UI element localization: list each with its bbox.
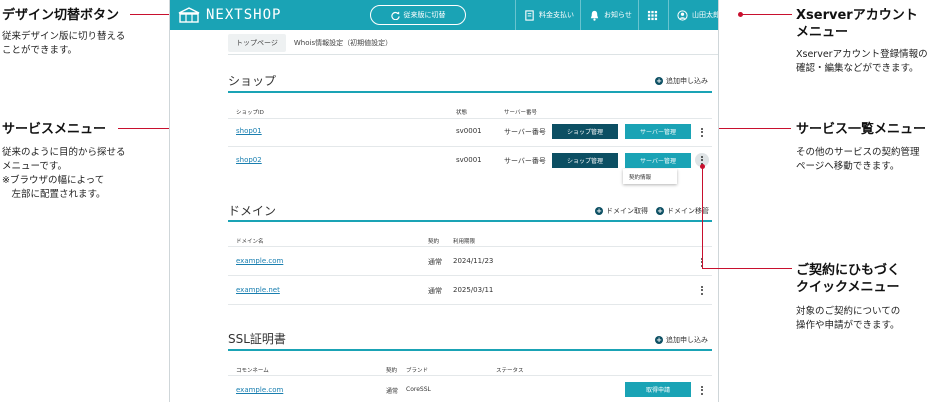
shop-row-1-status: sv0001 <box>456 127 482 135</box>
annotation-line <box>702 166 703 269</box>
shop-section-rule <box>228 91 712 93</box>
ssl-header-name: コモンネーム <box>236 368 269 374</box>
quick-menu-item-contract[interactable]: 契約情報 <box>629 173 677 181</box>
annotation-service-list-title: サービス一覧メニュー <box>796 122 927 137</box>
logo[interactable]: NEXTSHOP <box>178 6 281 24</box>
row-divider <box>228 375 712 376</box>
server-manage-button[interactable]: サーバー管理 <box>625 153 691 168</box>
quick-menu-dropdown: 契約情報 <box>623 169 677 184</box>
ssl-header-contract: 契約 <box>386 368 398 374</box>
domain-row-2-name[interactable]: example.net <box>236 286 280 294</box>
ssl-row-1-name[interactable]: example.com <box>236 386 283 394</box>
domain-header-expiry: 利用期限 <box>453 239 476 245</box>
tab-whois-settings[interactable]: Whois情報設定（初期値設定） <box>286 34 400 52</box>
row-divider <box>228 118 712 119</box>
ssl-header-status: ステータス <box>496 368 524 374</box>
logo-text: NEXTSHOP <box>206 7 282 23</box>
domain-header-name: ドメイン名 <box>236 239 264 245</box>
page-tabs: トップページ Whois情報設定（初期値設定） <box>228 32 400 54</box>
row-divider <box>228 304 712 305</box>
ssl-add-link[interactable]: + 追加申し込み <box>655 335 708 345</box>
ssl-apply-button[interactable]: 取得申請 <box>625 382 691 397</box>
shop-header-id: ショップID <box>236 110 264 116</box>
top-bar: NEXTSHOP 従来版に切替 料金支払い お知らせ 山田太 <box>170 0 718 30</box>
service-list-menu[interactable] <box>638 0 666 30</box>
shop-manage-button[interactable]: ショップ管理 <box>552 153 618 168</box>
user-icon <box>677 9 688 21</box>
app-screenshot: NEXTSHOP 従来版に切替 料金支払い お知らせ 山田太 トップページ Wh… <box>169 0 719 402</box>
annotation-service-list-desc: その他のサービスの契約管理 ページへ移動できます。 <box>796 147 920 172</box>
domain-section-rule <box>228 220 712 222</box>
server-manage-button[interactable]: サーバー管理 <box>625 124 691 139</box>
kebab-menu-icon[interactable] <box>696 383 708 397</box>
annotation-service-menu-title: サービスメニュー <box>2 122 107 137</box>
annotation-line <box>740 14 792 15</box>
ssl-row-1-contract: 通常 <box>386 388 399 395</box>
plus-circle-icon: + <box>655 77 663 85</box>
annotation-dot <box>738 12 743 17</box>
shop-header-server: サーバー番号 <box>504 110 537 116</box>
row-divider <box>228 246 712 247</box>
ssl-header-brand: ブランド <box>406 368 429 374</box>
refresh-icon <box>390 11 400 20</box>
ssl-row-1-brand: CoreSSL <box>406 386 431 393</box>
domain-row-1-contract: 通常 <box>428 258 442 266</box>
domain-row-1-name[interactable]: example.com <box>236 257 283 265</box>
shop-manage-button[interactable]: ショップ管理 <box>552 124 618 139</box>
shop-section-title: ショップ <box>228 74 277 88</box>
domain-acquire-link[interactable]: + ドメイン取得 <box>595 206 648 216</box>
plus-circle-icon: + <box>595 207 603 215</box>
invoice-icon <box>525 9 534 21</box>
xserver-account-menu[interactable]: 山田太郎（pxx12345 <box>668 0 718 30</box>
domain-header-contract: 契約 <box>428 239 440 245</box>
domain-row-2-expiry: 2025/03/11 <box>453 286 494 294</box>
annotation-xserver-account-title: Xserverアカウント メニュー <box>796 8 918 40</box>
annotation-dot <box>700 164 705 169</box>
shop-row-2-id[interactable]: shop02 <box>236 156 262 164</box>
tab-top-page[interactable]: トップページ <box>228 34 286 52</box>
domain-section-title: ドメイン <box>228 204 277 218</box>
shop-row-1-server: サーバー番号 <box>504 128 546 136</box>
domain-row-1-expiry: 2024/11/23 <box>453 257 494 265</box>
shop-row-2-server: サーバー番号 <box>504 157 546 165</box>
kebab-menu-icon[interactable] <box>696 125 708 139</box>
row-divider <box>228 146 712 147</box>
tab-divider <box>228 54 718 55</box>
domain-row-2-contract: 通常 <box>428 287 442 295</box>
shop-row-2-status: sv0001 <box>456 156 482 164</box>
row-divider <box>228 275 712 276</box>
plus-circle-icon: + <box>655 336 663 344</box>
annotation-line <box>702 268 792 269</box>
ssl-section-title: SSL証明書 <box>228 332 286 346</box>
annotation-quick-menu-title: ご契約にひもづく クイックメニュー <box>796 263 901 295</box>
annotation-design-switch-title: デザイン切替ボタン <box>2 8 120 23</box>
plus-circle-icon: + <box>656 207 664 215</box>
annotation-service-menu-desc: 従来のように目的から探せる メニューです。 ※ブラウザの幅によって 左部に配置さ… <box>2 147 126 200</box>
shop-row-1-id[interactable]: shop01 <box>236 127 262 135</box>
shop-header-status: 状態 <box>456 110 468 116</box>
grid-icon <box>647 10 658 20</box>
annotation-xserver-account-desc: Xserverアカウント登録情報の 確認・編集などができます。 <box>796 49 928 74</box>
annotation-quick-menu-desc: 対象のご契約についての 操作や申請ができます。 <box>796 306 901 331</box>
annotation-design-switch-desc: 従来デザイン版に切り替える ことができます。 <box>2 31 126 56</box>
ssl-section-rule <box>228 349 712 351</box>
shop-logo-icon <box>178 7 200 23</box>
nav-payment[interactable]: 料金支払い <box>515 0 582 30</box>
bell-icon <box>590 10 599 21</box>
design-switch-button[interactable]: 従来版に切替 <box>370 5 466 25</box>
nav-notice[interactable]: お知らせ <box>580 0 640 30</box>
design-switch-label: 従来版に切替 <box>403 11 446 19</box>
kebab-menu-icon[interactable] <box>696 283 708 297</box>
shop-add-link[interactable]: + 追加申し込み <box>655 76 708 86</box>
